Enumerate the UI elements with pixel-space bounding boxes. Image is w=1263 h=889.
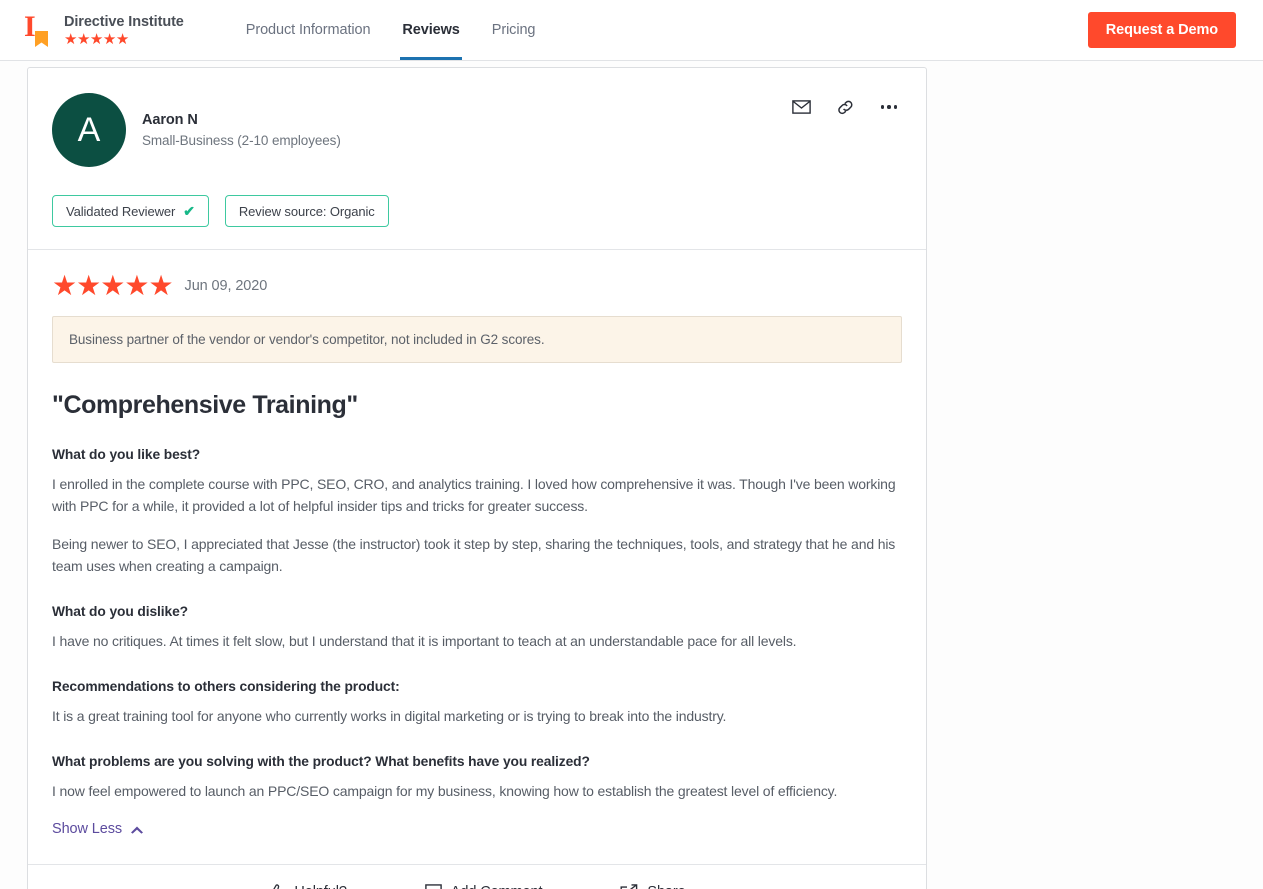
bookmark-i-logo-icon: I — [22, 12, 52, 48]
star-icon: ★ — [115, 30, 129, 48]
tab-pricing[interactable]: Pricing — [476, 0, 552, 60]
star-icon: ★ — [89, 30, 103, 48]
rating-row: ★ ★ ★ ★ ★ Jun 09, 2020 — [52, 272, 902, 300]
review-title: "Comprehensive Training" — [52, 391, 358, 419]
share-label: Share — [647, 884, 685, 889]
brand-name: Directive Institute — [64, 13, 184, 30]
qa-paragraph: I now feel empowered to launch an PPC/SE… — [52, 783, 838, 799]
qa-section-recommendations: Recommendations to others considering th… — [52, 679, 902, 727]
chevron-up-icon — [131, 826, 144, 834]
review-card-footer: Helpful? Add Comment Share — [28, 864, 926, 889]
badge-label: Validated Reviewer — [66, 203, 176, 219]
disclaimer-banner: Business partner of the vendor or vendor… — [52, 316, 902, 363]
add-comment-button[interactable]: Add Comment — [424, 884, 543, 889]
qa-paragraph: I enrolled in the complete course with P… — [52, 476, 896, 514]
card-actions — [790, 97, 900, 117]
reviewer-badges: Validated Reviewer ✔ Review source: Orga… — [52, 195, 902, 227]
avatar: A — [52, 93, 126, 167]
comment-icon — [424, 884, 442, 889]
badge-label: Review source: Organic — [238, 203, 375, 219]
page-body: A Aaron N Small-Business (2-10 employees… — [0, 61, 1263, 889]
envelope-icon[interactable] — [790, 97, 812, 117]
primary-nav-tabs: Product Information Reviews Pricing — [230, 0, 552, 60]
helpful-label: Helpful? — [294, 884, 347, 889]
review-date: Jun 09, 2020 — [184, 278, 268, 294]
link-icon[interactable] — [834, 97, 856, 117]
star-icon: ★ — [52, 270, 77, 301]
star-icon: ★ — [76, 30, 90, 48]
badge-validated-reviewer[interactable]: Validated Reviewer ✔ — [52, 195, 209, 227]
star-icon: ★ — [100, 270, 125, 301]
share-icon — [620, 883, 638, 889]
qa-question: What problems are you solving with the p… — [52, 754, 590, 769]
brand-block[interactable]: I Directive Institute ★ ★ ★ ★ ★ — [22, 12, 184, 48]
reviewer-meta: Aaron N Small-Business (2-10 employees) — [142, 112, 341, 148]
star-icon: ★ — [76, 270, 101, 301]
qa-question: Recommendations to others considering th… — [52, 679, 400, 694]
reviewer-block: A Aaron N Small-Business (2-10 employees… — [28, 68, 926, 250]
review-star-rating: ★ ★ ★ ★ ★ — [52, 270, 174, 301]
badge-review-source[interactable]: Review source: Organic — [224, 195, 389, 227]
add-comment-label: Add Comment — [451, 884, 543, 889]
qa-paragraph: Being newer to SEO, I appreciated that J… — [52, 536, 896, 574]
star-icon: ★ — [102, 30, 116, 48]
brand-star-rating: ★ ★ ★ ★ ★ — [64, 32, 184, 47]
reviewer-identity: A Aaron N Small-Business (2-10 employees… — [52, 93, 902, 167]
brand-text: Directive Institute ★ ★ ★ ★ ★ — [64, 14, 184, 47]
site-header: I Directive Institute ★ ★ ★ ★ ★ Product Info… — [0, 0, 1263, 61]
qa-question: What do you like best? — [52, 447, 201, 462]
request-a-demo-button[interactable]: Request a Demo — [1087, 12, 1236, 48]
qa-section-problems-benefits: What problems are you solving with the p… — [52, 754, 902, 802]
reviewer-name: Aaron N — [142, 112, 198, 128]
show-less-label: Show Less — [52, 821, 123, 837]
star-icon: ★ — [124, 270, 149, 301]
check-icon: ✔ — [183, 203, 195, 219]
star-icon: ★ — [148, 270, 173, 301]
qa-section-like-best: What do you like best? I enrolled in the… — [52, 447, 902, 577]
reviewer-org: Small-Business (2-10 employees) — [142, 133, 341, 148]
qa-paragraph: It is a great training tool for anyone w… — [52, 708, 727, 724]
show-less-toggle[interactable]: Show Less — [52, 821, 144, 837]
ellipsis-icon[interactable] — [878, 97, 900, 117]
thumbs-up-icon — [273, 883, 283, 889]
qa-paragraph: I have no critiques. At times it felt sl… — [52, 633, 797, 649]
tab-reviews[interactable]: Reviews — [386, 0, 475, 60]
tab-product-information[interactable]: Product Information — [230, 0, 387, 60]
review-card: A Aaron N Small-Business (2-10 employees… — [27, 67, 927, 889]
share-button[interactable]: Share — [620, 883, 686, 889]
review-body: ★ ★ ★ ★ ★ Jun 09, 2020 Business partner of t… — [28, 250, 926, 864]
helpful-button[interactable]: Helpful? — [268, 883, 347, 889]
qa-question: What do you dislike? — [52, 604, 188, 619]
star-icon: ★ — [64, 30, 77, 48]
qa-section-dislike: What do you dislike? I have no critiques… — [52, 604, 902, 652]
